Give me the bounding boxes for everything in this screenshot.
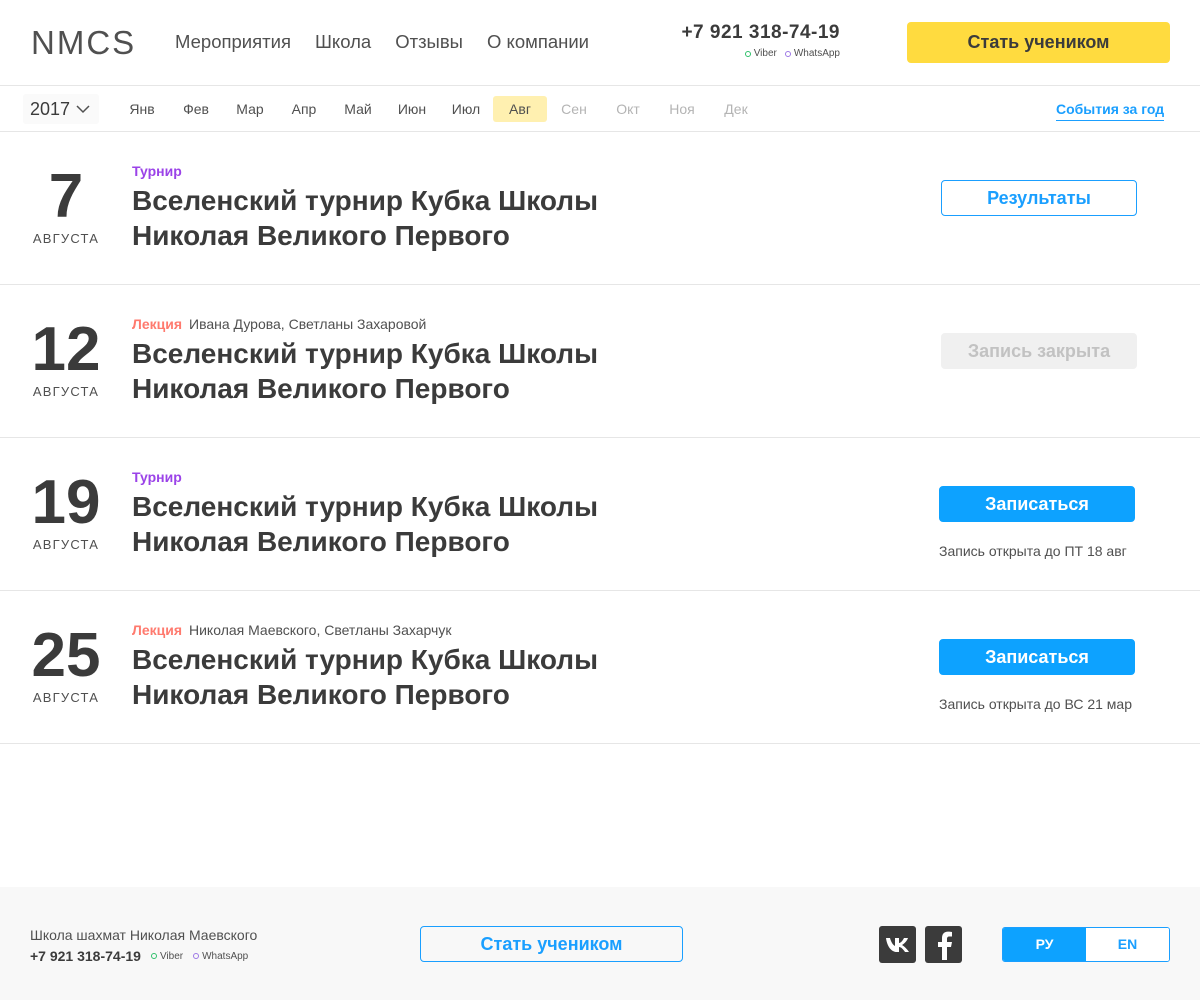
tab-month-may[interactable]: Май [331, 96, 385, 122]
list-item: 25 августа Лекция Николая Маевского, Све… [0, 591, 1200, 744]
event-meta: Турнир [132, 469, 182, 485]
tab-month-sep[interactable]: Сен [547, 96, 601, 122]
site-header: NMCS Мероприятия Школа Отзывы О компании… [0, 0, 1200, 86]
tab-month-jan[interactable]: Янв [115, 96, 169, 122]
event-month: августа [32, 384, 100, 399]
event-day: 7 [48, 162, 84, 231]
header-contacts: +7 921 318-74-19 Viber WhatsApp [674, 22, 840, 59]
main-nav: Мероприятия Школа Отзывы О компании [175, 31, 589, 53]
tab-month-dec[interactable]: Дек [709, 96, 763, 122]
viber-link[interactable]: Viber [744, 48, 777, 59]
header-phone[interactable]: +7 921 318-74-19 [674, 22, 840, 44]
event-type: Лекция [132, 622, 182, 638]
event-day: 25 [31, 621, 101, 690]
viber-dot-icon [150, 953, 157, 959]
header-messengers: Viber WhatsApp [674, 48, 840, 59]
year-select[interactable]: 2017 [23, 94, 99, 124]
event-meta: Турнир [132, 163, 182, 179]
list-item: 12 августа Лекция Ивана Дурова, Светланы… [0, 285, 1200, 438]
event-meta: Лекция Ивана Дурова, Светланы Захаровой [132, 316, 426, 332]
month-tabs: Янв Фев Мар Апр Май Июн Июл Авг Сен Окт … [115, 96, 763, 122]
event-type: Турнир [132, 469, 182, 485]
event-authors: Ивана Дурова, Светланы Захаровой [189, 316, 427, 332]
list-item: 19 августа Турнир Вселенский турнир Кубк… [0, 438, 1200, 591]
event-list: 7 августа Турнир Вселенский турнир Кубка… [0, 132, 1200, 744]
language-switch: РУ EN [1002, 927, 1170, 962]
footer-contacts: +7 921 318-74-19 Viber WhatsApp [30, 948, 248, 964]
site-footer: Школа шахмат Николая Маевского +7 921 31… [0, 887, 1200, 1000]
nav-events[interactable]: Мероприятия [175, 31, 291, 53]
tab-month-aug[interactable]: Авг [493, 96, 547, 122]
footer-whatsapp-link[interactable]: WhatsApp [193, 951, 248, 962]
event-day: 12 [31, 315, 101, 384]
vk-glyph [885, 937, 909, 952]
become-student-button[interactable]: Стать учеником [907, 22, 1170, 63]
whatsapp-dot-icon [193, 953, 200, 959]
nav-about[interactable]: О компании [487, 31, 589, 53]
tab-month-jul[interactable]: Июл [439, 96, 493, 122]
tab-month-jun[interactable]: Июн [385, 96, 439, 122]
registration-deadline: Запись открыта до ВС 21 мар [939, 696, 1132, 712]
registration-deadline: Запись открыта до ПТ 18 авг [939, 543, 1127, 559]
footer-phone[interactable]: +7 921 318-74-19 [30, 948, 141, 964]
logo[interactable]: NMCS [31, 26, 136, 59]
lang-ru-button[interactable]: РУ [1003, 928, 1086, 961]
whatsapp-link[interactable]: WhatsApp [784, 48, 840, 59]
lang-en-button[interactable]: EN [1086, 928, 1169, 961]
register-button[interactable]: Записаться [939, 486, 1135, 522]
event-month: августа [32, 231, 100, 246]
results-button[interactable]: Результаты [941, 180, 1137, 216]
tab-month-nov[interactable]: Ноя [655, 96, 709, 122]
footer-school-name: Школа шахмат Николая Маевского [30, 927, 258, 943]
event-month: августа [32, 690, 100, 705]
event-authors: Николая Маевского, Светланы Захарчук [189, 622, 452, 638]
tab-month-oct[interactable]: Окт [601, 96, 655, 122]
footer-viber-link[interactable]: Viber [150, 951, 183, 962]
event-title[interactable]: Вселенский турнир Кубка Школы Николая Ве… [132, 336, 632, 406]
footer-become-student-button[interactable]: Стать учеником [420, 926, 683, 962]
event-month: августа [32, 537, 100, 552]
year-value: 2017 [30, 98, 71, 119]
tab-month-mar[interactable]: Мар [223, 96, 277, 122]
viber-dot-icon [744, 50, 751, 57]
year-events-link[interactable]: События за год [1056, 101, 1165, 121]
event-meta: Лекция Николая Маевского, Светланы Захар… [132, 622, 451, 638]
event-day: 19 [31, 468, 101, 537]
event-type: Турнир [132, 163, 182, 179]
nav-school[interactable]: Школа [315, 31, 371, 53]
tab-month-apr[interactable]: Апр [277, 96, 331, 122]
event-title[interactable]: Вселенский турнир Кубка Школы Николая Ве… [132, 642, 632, 712]
event-title[interactable]: Вселенский турнир Кубка Школы Николая Ве… [132, 183, 632, 253]
chevron-down-icon [76, 105, 90, 114]
event-title[interactable]: Вселенский турнир Кубка Школы Николая Ве… [132, 489, 632, 559]
nav-reviews[interactable]: Отзывы [395, 31, 463, 53]
event-type: Лекция [132, 316, 182, 332]
register-button[interactable]: Записаться [939, 639, 1135, 675]
whatsapp-dot-icon [784, 50, 791, 57]
month-filter-bar: 2017 Янв Фев Мар Апр Май Июн Июл Авг Сен… [0, 86, 1200, 132]
registration-closed-button: Запись закрыта [941, 333, 1137, 369]
tab-month-feb[interactable]: Фев [169, 96, 223, 122]
facebook-glyph [937, 931, 952, 960]
facebook-icon[interactable] [925, 926, 962, 963]
vk-icon[interactable] [879, 926, 916, 963]
list-item: 7 августа Турнир Вселенский турнир Кубка… [0, 132, 1200, 285]
